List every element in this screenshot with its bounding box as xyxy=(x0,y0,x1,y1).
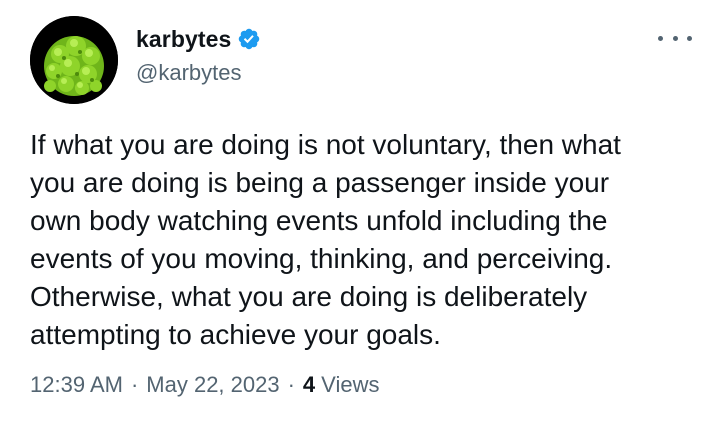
more-options-icon[interactable] xyxy=(658,28,692,48)
tweet-date[interactable]: May 22, 2023 xyxy=(146,372,279,398)
author-display-name[interactable]: karbytes xyxy=(136,26,231,53)
more-dot xyxy=(658,35,663,41)
separator: · xyxy=(130,372,139,397)
author-name-row: karbytes xyxy=(136,24,261,54)
avatar[interactable] xyxy=(30,16,118,104)
views-label: Views xyxy=(321,372,380,397)
views-count: 4 xyxy=(302,372,316,397)
romanesco-broccoli-icon xyxy=(30,16,118,104)
more-dot xyxy=(687,35,692,41)
tweet-metadata: 12:39 AM · May 22, 2023 · 4 Views xyxy=(30,372,379,398)
tweet-time[interactable]: 12:39 AM xyxy=(30,372,123,398)
tweet-text: If what you are doing is not voluntary, … xyxy=(30,129,621,350)
tweet-card: karbytes @karbytes If what you are doing… xyxy=(0,0,720,422)
more-dot xyxy=(672,35,678,41)
author-handle[interactable]: @karbytes xyxy=(136,60,241,86)
verified-badge-icon xyxy=(237,27,261,51)
separator: · xyxy=(287,372,295,397)
